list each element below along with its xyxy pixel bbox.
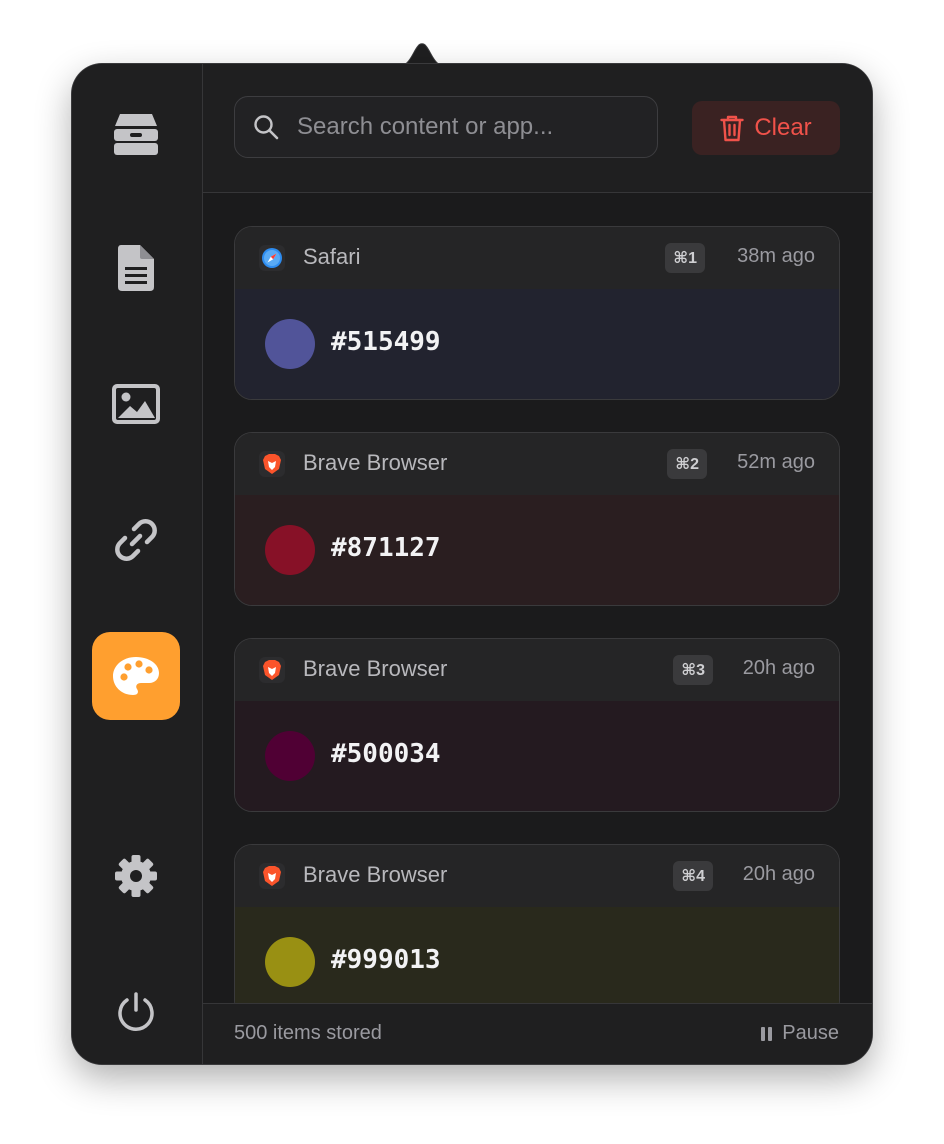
gear-icon	[115, 855, 157, 897]
status-bar: 500 items stored Pause	[203, 1003, 872, 1064]
sidebar-item-text[interactable]	[92, 224, 180, 312]
item-body: #515499	[235, 289, 839, 399]
item-body: #500034	[235, 701, 839, 811]
shortcut-badge: ⌘1	[665, 243, 705, 273]
item-header: Brave Browser ⌘3 20h ago	[235, 639, 839, 701]
item-header: Brave Browser ⌘4 20h ago	[235, 845, 839, 907]
sidebar-item-links[interactable]	[92, 496, 180, 584]
color-swatch	[265, 525, 315, 575]
item-body: #871127	[235, 495, 839, 605]
clipboard-item[interactable]: Brave Browser ⌘3 20h ago #500034	[234, 638, 840, 812]
clipboard-list[interactable]: Safari ⌘1 38m ago #515499 Brave Browser …	[203, 193, 872, 1004]
sidebar	[72, 64, 203, 1064]
link-icon	[115, 519, 157, 561]
safari-icon	[259, 245, 285, 271]
app-name: Brave Browser	[303, 862, 448, 887]
clipboard-item[interactable]: Safari ⌘1 38m ago #515499	[234, 226, 840, 400]
clear-label: Clear	[754, 114, 812, 141]
tray-icon	[114, 114, 158, 155]
shortcut-badge: ⌘2	[667, 449, 707, 479]
sidebar-item-settings[interactable]	[92, 832, 180, 920]
pause-label: Pause	[782, 1022, 839, 1044]
color-hex: #515499	[331, 327, 441, 357]
clear-button[interactable]: Clear	[692, 101, 840, 155]
item-count: 500 items stored	[234, 1022, 382, 1044]
brave-icon	[259, 863, 285, 889]
search-input[interactable]	[295, 112, 629, 142]
shortcut-badge: ⌘3	[673, 655, 713, 685]
shortcut-badge: ⌘4	[673, 861, 713, 891]
trash-icon	[720, 115, 745, 142]
color-hex: #999013	[331, 945, 441, 975]
timestamp: 20h ago	[742, 657, 815, 679]
sidebar-item-images[interactable]	[92, 360, 180, 448]
color-hex: #871127	[331, 533, 441, 563]
clipboard-panel: Clear Safari ⌘1 38m ago	[72, 64, 872, 1064]
timestamp: 52m ago	[737, 451, 815, 473]
brave-icon	[259, 657, 285, 683]
app-name: Brave Browser	[303, 656, 448, 681]
pause-button[interactable]: Pause	[760, 1022, 839, 1045]
item-header: Safari ⌘1 38m ago	[235, 227, 839, 289]
color-swatch	[265, 731, 315, 781]
app-name: Brave Browser	[303, 450, 448, 475]
search-box[interactable]	[234, 96, 658, 158]
clipboard-item[interactable]: Brave Browser ⌘4 20h ago #999013	[234, 844, 840, 1004]
color-hex: #500034	[331, 739, 441, 769]
clipboard-item[interactable]: Brave Browser ⌘2 52m ago #871127	[234, 432, 840, 606]
image-icon	[112, 384, 160, 424]
color-swatch	[265, 937, 315, 987]
sidebar-item-colors[interactable]	[92, 632, 180, 720]
timestamp: 38m ago	[737, 245, 815, 267]
brave-icon	[259, 451, 285, 477]
sidebar-item-archive[interactable]	[92, 90, 180, 178]
main-area: Clear Safari ⌘1 38m ago	[203, 64, 872, 1064]
app-name: Safari	[303, 244, 361, 269]
color-swatch	[265, 319, 315, 369]
item-body: #999013	[235, 907, 839, 1004]
toolbar: Clear	[203, 64, 872, 193]
palette-icon	[113, 657, 159, 695]
pause-icon	[761, 1026, 773, 1041]
document-icon	[118, 245, 154, 291]
timestamp: 20h ago	[742, 863, 815, 885]
sidebar-item-quit[interactable]	[92, 968, 180, 1056]
power-icon	[118, 992, 154, 1031]
search-icon	[254, 115, 279, 140]
item-header: Brave Browser ⌘2 52m ago	[235, 433, 839, 495]
